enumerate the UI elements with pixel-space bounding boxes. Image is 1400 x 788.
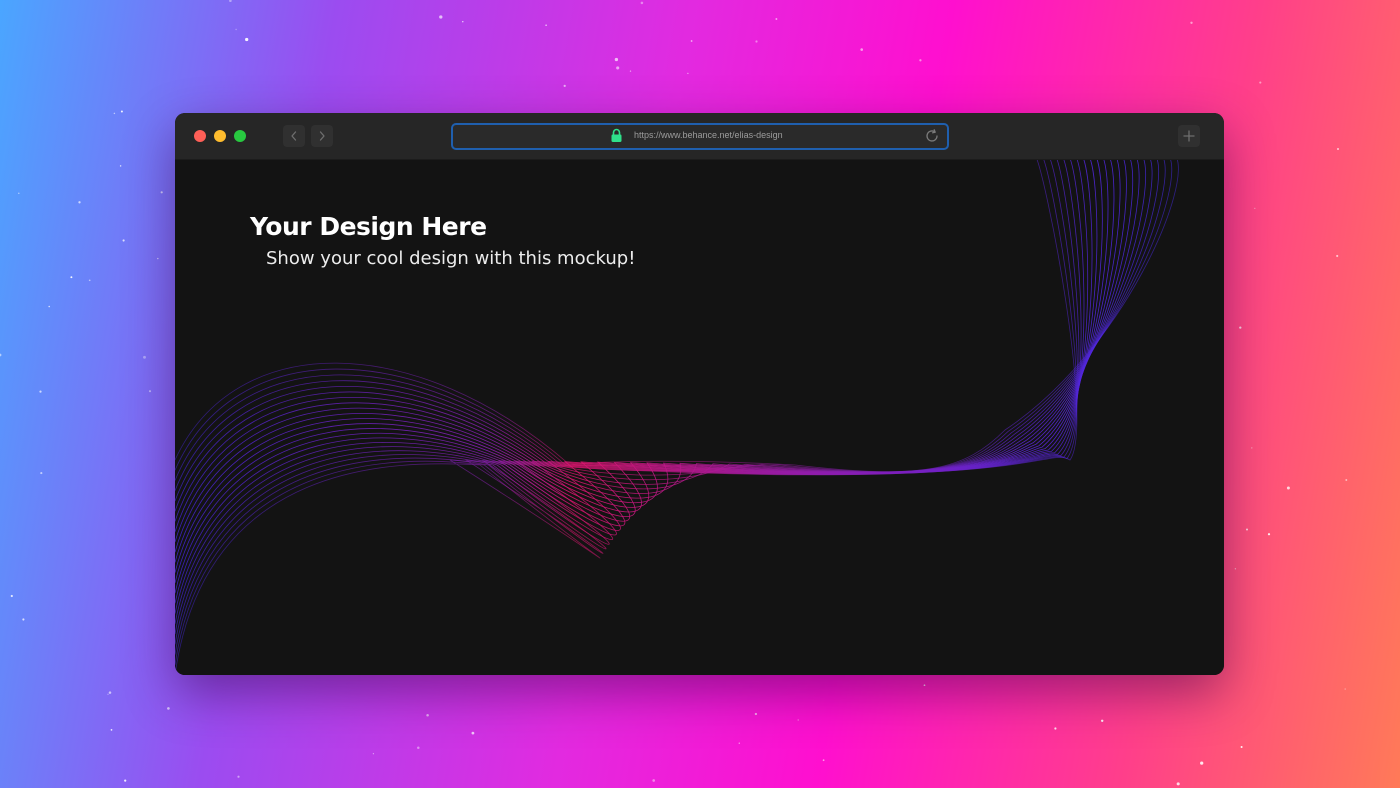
star xyxy=(160,191,163,194)
star xyxy=(775,18,778,20)
star xyxy=(545,24,547,26)
star xyxy=(119,165,122,167)
forward-button[interactable] xyxy=(311,125,333,147)
star xyxy=(110,729,113,731)
star xyxy=(629,70,632,72)
star xyxy=(923,684,926,687)
close-button[interactable] xyxy=(194,130,206,142)
star xyxy=(107,693,109,695)
browser-toolbar: https://www.behance.net/elias-design xyxy=(175,113,1224,160)
browser-window: https://www.behance.net/elias-design You… xyxy=(175,113,1224,675)
star xyxy=(120,110,123,113)
star xyxy=(113,112,116,115)
star xyxy=(690,40,693,42)
star xyxy=(614,57,619,62)
star xyxy=(797,719,799,721)
star xyxy=(417,746,420,749)
star xyxy=(39,390,42,393)
star xyxy=(1286,486,1290,490)
star xyxy=(10,594,13,598)
address-bar[interactable]: https://www.behance.net/elias-design xyxy=(451,123,949,150)
zoom-button[interactable] xyxy=(234,130,246,142)
star xyxy=(652,779,656,782)
star xyxy=(40,472,43,475)
star xyxy=(70,276,73,279)
wave-line xyxy=(175,160,1159,491)
star xyxy=(1246,528,1248,531)
star xyxy=(157,257,159,260)
star xyxy=(1190,21,1193,24)
page-title: Your Design Here xyxy=(250,212,487,241)
plus-icon xyxy=(1183,130,1195,142)
star xyxy=(229,0,232,2)
lock-icon xyxy=(611,128,622,142)
star xyxy=(124,779,127,782)
star xyxy=(1254,207,1256,210)
star xyxy=(235,28,237,31)
star xyxy=(1267,533,1271,536)
star xyxy=(1345,479,1348,481)
minimize-button[interactable] xyxy=(214,130,226,142)
star xyxy=(755,40,758,43)
star xyxy=(122,239,125,242)
star xyxy=(237,775,240,778)
star xyxy=(439,15,443,19)
star xyxy=(167,707,170,710)
star xyxy=(1336,254,1339,258)
star xyxy=(754,712,758,716)
star xyxy=(88,279,91,282)
star xyxy=(822,759,825,762)
star xyxy=(1200,761,1204,765)
star xyxy=(1336,147,1340,151)
star xyxy=(1234,568,1237,570)
star xyxy=(143,355,146,359)
star xyxy=(18,192,20,195)
star xyxy=(78,201,81,204)
star xyxy=(471,731,475,735)
star xyxy=(563,84,566,88)
chevron-right-icon xyxy=(319,131,325,141)
star xyxy=(1101,719,1104,722)
star xyxy=(1239,326,1242,329)
star xyxy=(1240,745,1243,749)
star xyxy=(0,353,2,357)
star xyxy=(640,1,644,5)
star xyxy=(1251,447,1253,449)
page-content: Your Design Here Show your cool design w… xyxy=(175,160,1224,675)
star xyxy=(22,618,25,621)
star xyxy=(919,59,922,62)
wave-line xyxy=(175,160,1179,472)
url-text[interactable]: https://www.behance.net/elias-design xyxy=(634,130,783,140)
star xyxy=(860,48,863,51)
star xyxy=(1054,727,1057,730)
new-tab-button[interactable] xyxy=(1178,125,1200,147)
star xyxy=(462,21,464,23)
star xyxy=(1176,782,1180,786)
star xyxy=(1344,688,1346,690)
star xyxy=(108,691,112,694)
star xyxy=(738,742,740,744)
reload-icon[interactable] xyxy=(924,128,940,144)
star xyxy=(245,37,249,42)
star xyxy=(48,305,50,308)
page-subtitle: Show your cool design with this mockup! xyxy=(266,248,636,269)
star xyxy=(616,66,620,70)
star xyxy=(687,72,689,74)
chevron-left-icon xyxy=(291,131,297,141)
star xyxy=(148,390,152,393)
star xyxy=(372,753,375,755)
back-button[interactable] xyxy=(283,125,305,147)
star xyxy=(426,714,429,717)
star xyxy=(1259,81,1262,84)
